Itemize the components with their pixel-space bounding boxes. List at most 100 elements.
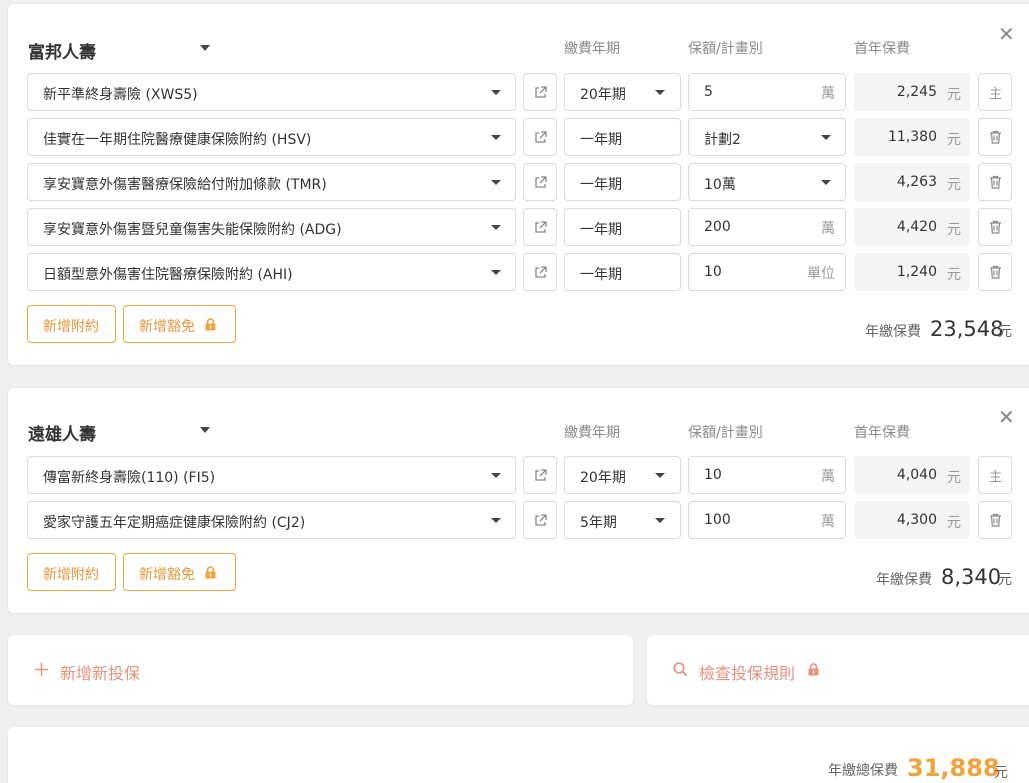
currency-unit: 元 — [994, 765, 1008, 781]
main-policy-badge: 主 — [978, 456, 1012, 494]
policy-row: 新平準終身壽險 (XWS5) 20年期 5萬 2,245 元 主 — [8, 73, 1029, 111]
policy-row: 佳實在一年期住院醫療健康保險附約 (HSV) 一年期 計劃2 11,380 元 — [8, 118, 1029, 156]
external-link-icon — [535, 86, 547, 98]
add-waiver-button[interactable]: 新增豁免 — [123, 553, 236, 591]
company-dropdown-caret-icon[interactable] — [200, 45, 210, 51]
main-policy-badge: 主 — [978, 73, 1012, 111]
lock-icon — [205, 318, 216, 331]
trash-icon — [990, 513, 1001, 527]
check-rules-button[interactable]: 檢查投保規則 — [647, 635, 1029, 705]
add-rider-button[interactable]: 新增附約 — [27, 305, 116, 343]
chevron-down-icon — [655, 518, 665, 523]
plan-type-select[interactable]: 計劃2 — [688, 118, 846, 156]
premium-value: 11,380 元 — [854, 118, 970, 156]
annual-premium-total: 23,548 — [930, 317, 1004, 341]
amount-input[interactable]: 200 萬 — [688, 208, 846, 246]
term-select[interactable]: 20年期 — [564, 456, 681, 494]
plan-select[interactable]: 享安寶意外傷害暨兒童傷害失能保險附約 (ADG) — [27, 208, 516, 246]
term-value: 一年期 — [564, 208, 681, 246]
policy-row: 愛家守護五年定期癌症健康保險附約 (CJ2) 5年期 100 萬 4,300 元 — [8, 501, 1029, 539]
company-card-fubon: 富邦人壽 繳費年期 保額/計畫別 首年保費 ✕ 新平準終身壽險 (XWS5) 2… — [8, 4, 1029, 365]
header-amount: 保額/計畫別 — [688, 41, 763, 57]
premium-value: 4,040 元 — [854, 456, 970, 494]
chevron-down-icon — [655, 90, 665, 95]
amount-select[interactable]: 10萬 — [688, 163, 846, 201]
term-value: 一年期 — [564, 118, 681, 156]
chevron-down-icon — [821, 135, 831, 140]
premium-value: 1,240 元 — [854, 253, 970, 291]
close-icon[interactable]: ✕ — [998, 24, 1015, 44]
premium-value: 4,300 元 — [854, 501, 970, 539]
delete-button[interactable] — [978, 118, 1012, 156]
term-value: 一年期 — [564, 253, 681, 291]
amount-input[interactable]: 100 萬 — [688, 501, 846, 539]
plan-select[interactable]: 傳富新終身壽險(110) (FI5) — [27, 456, 516, 494]
trash-icon — [990, 265, 1001, 279]
company-name: 富邦人壽 — [28, 43, 96, 63]
close-icon[interactable]: ✕ — [998, 407, 1015, 427]
trash-icon — [990, 220, 1001, 234]
term-select[interactable]: 5年期 — [564, 501, 681, 539]
delete-button[interactable] — [978, 163, 1012, 201]
external-link-icon — [535, 514, 547, 526]
external-link-button[interactable] — [523, 253, 557, 291]
premium-value: 4,263 元 — [854, 163, 970, 201]
delete-button[interactable] — [978, 208, 1012, 246]
external-link-button[interactable] — [523, 501, 557, 539]
add-new-application-button[interactable]: 新增新投保 — [8, 635, 633, 705]
chevron-down-icon — [821, 180, 831, 185]
amount-input[interactable]: 5萬 — [688, 73, 846, 111]
header-premium: 首年保費 — [854, 41, 910, 57]
term-value: 一年期 — [564, 163, 681, 201]
external-link-icon — [535, 131, 547, 143]
plan-select[interactable]: 享安寶意外傷害醫療保險給付附加條款 (TMR) — [27, 163, 516, 201]
header-premium: 首年保費 — [854, 425, 910, 441]
plan-select[interactable]: 愛家守護五年定期癌症健康保險附約 (CJ2) — [27, 501, 516, 539]
amount-input[interactable]: 10 單位 — [688, 253, 846, 291]
check-rules-label: 檢查投保規則 — [699, 664, 796, 683]
external-link-button[interactable] — [523, 118, 557, 156]
plan-select[interactable]: 新平準終身壽險 (XWS5) — [27, 73, 516, 111]
delete-button[interactable] — [978, 253, 1012, 291]
chevron-down-icon — [491, 225, 501, 230]
amount-input[interactable]: 10 萬 — [688, 456, 846, 494]
chevron-down-icon — [655, 473, 665, 478]
grand-total-label: 年繳總保費 — [828, 763, 898, 779]
external-link-icon — [535, 469, 547, 481]
delete-button[interactable] — [978, 501, 1012, 539]
company-dropdown-caret-icon[interactable] — [200, 427, 210, 433]
premium-value: 2,245 元 — [854, 73, 970, 111]
external-link-button[interactable] — [523, 208, 557, 246]
grand-total-panel: 年繳總保費 31,888 元 — [8, 727, 1029, 783]
chevron-down-icon — [491, 90, 501, 95]
chevron-down-icon — [491, 180, 501, 185]
external-link-icon — [535, 221, 547, 233]
policy-row: 享安寶意外傷害暨兒童傷害失能保險附約 (ADG) 一年期 200 萬 4,420 元 — [8, 208, 1029, 246]
company-card-farglory: 遠雄人壽 繳費年期 保額/計畫別 首年保費 ✕ 傳富新終身壽險(110) (FI… — [8, 388, 1029, 613]
add-rider-button[interactable]: 新增附約 — [27, 553, 116, 591]
external-link-button[interactable] — [523, 163, 557, 201]
policy-row: 傳富新終身壽險(110) (FI5) 20年期 10 萬 4,040 元 主 — [8, 456, 1029, 494]
external-link-icon — [535, 176, 547, 188]
external-link-button[interactable] — [523, 73, 557, 111]
header-amount: 保額/計畫別 — [688, 425, 763, 441]
chevron-down-icon — [491, 270, 501, 275]
plan-select[interactable]: 佳實在一年期住院醫療健康保險附約 (HSV) — [27, 118, 516, 156]
policy-row: 日額型意外傷害住院醫療保險附約 (AHI) 一年期 10 單位 1,240 元 — [8, 253, 1029, 291]
header-term: 繳費年期 — [564, 41, 620, 57]
grand-total-value: 31,888 — [907, 754, 1000, 782]
chevron-down-icon — [491, 473, 501, 478]
annual-premium-label: 年繳保費 — [876, 572, 932, 588]
add-waiver-button[interactable]: 新增豁免 — [123, 305, 236, 343]
trash-icon — [990, 130, 1001, 144]
lock-icon — [808, 663, 819, 676]
annual-premium-label: 年繳保費 — [865, 324, 921, 340]
external-link-button[interactable] — [523, 456, 557, 494]
term-select[interactable]: 20年期 — [564, 73, 681, 111]
trash-icon — [990, 175, 1001, 189]
policy-row: 享安寶意外傷害醫療保險給付附加條款 (TMR) 一年期 10萬 4,263 元 — [8, 163, 1029, 201]
plus-icon — [35, 663, 48, 676]
premium-value: 4,420 元 — [854, 208, 970, 246]
plan-select[interactable]: 日額型意外傷害住院醫療保險附約 (AHI) — [27, 253, 516, 291]
chevron-down-icon — [491, 518, 501, 523]
